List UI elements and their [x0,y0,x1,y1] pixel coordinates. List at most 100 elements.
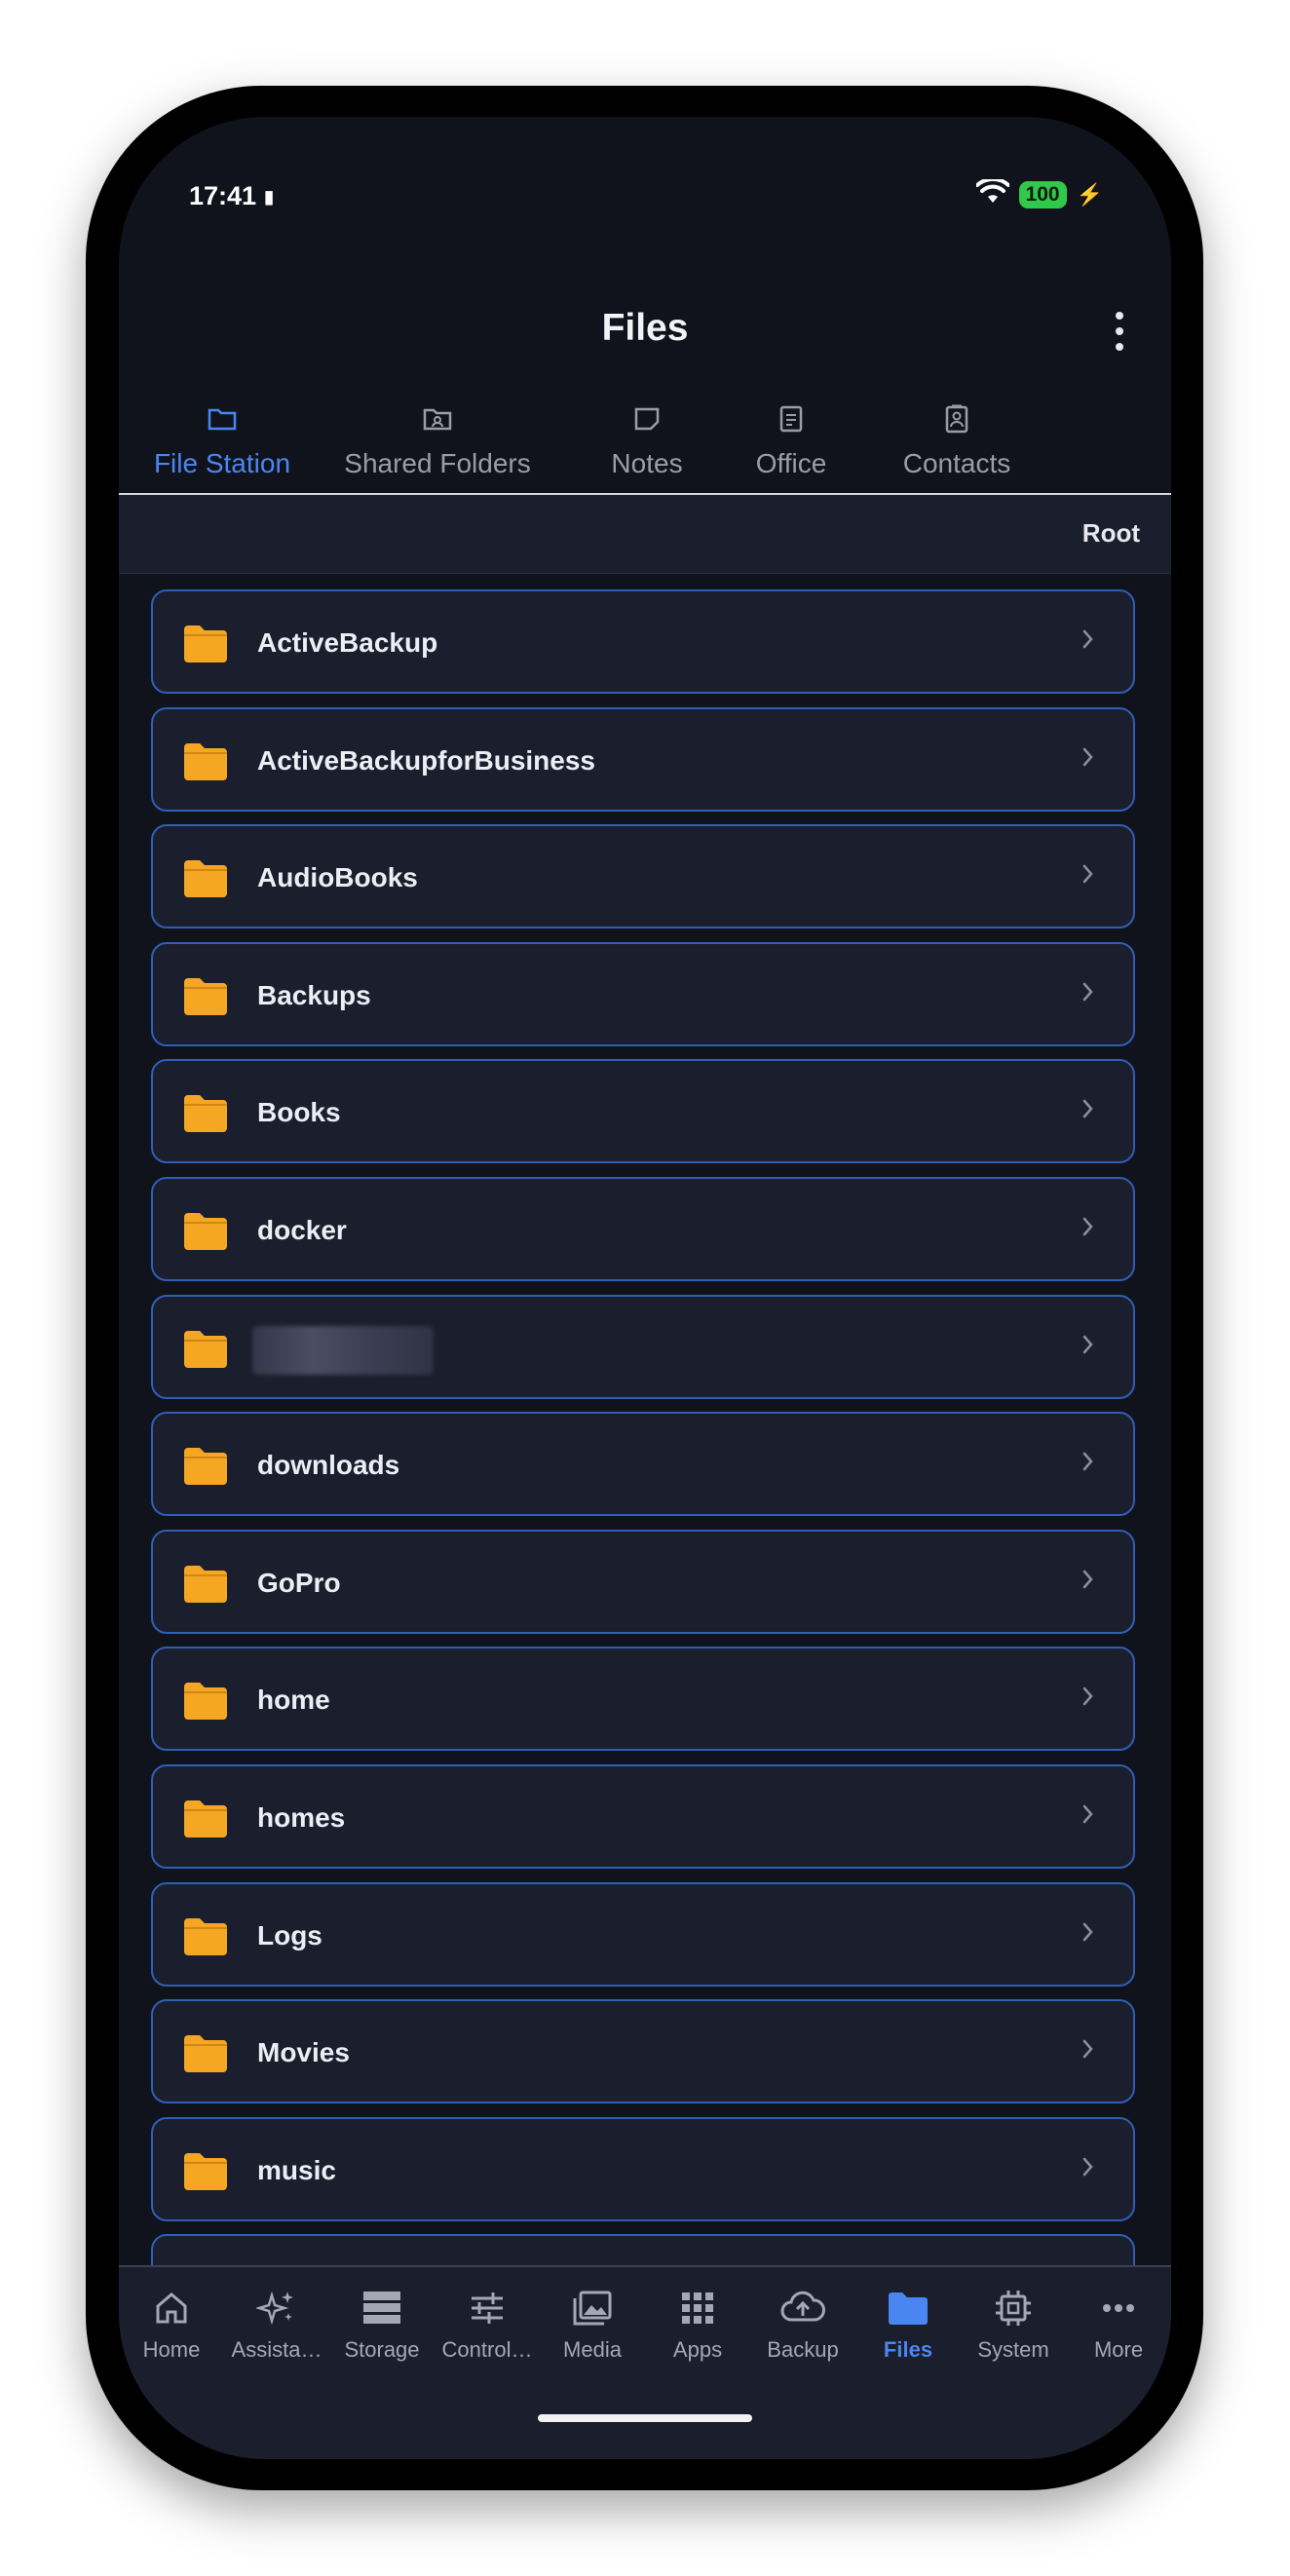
folder-row[interactable]: Books [151,1059,1135,1164]
folder-name: ActiveBackup [257,627,438,658]
chevron-right-icon [1081,626,1096,657]
nav-item-more[interactable]: More [1066,2285,1171,2363]
folder-name: ActiveBackupforBusiness [257,744,596,776]
folder-row[interactable]: ActiveBackup [151,589,1135,694]
folder-icon [182,1799,229,1842]
folder-row[interactable]: Movies [151,1999,1135,2104]
folder-icon [182,624,229,667]
nav-label: Backup [767,2337,839,2362]
chevron-right-icon [1081,861,1096,891]
nav-item-assista[interactable]: Assista… [224,2285,329,2363]
media-icon [569,2285,616,2331]
folder-name: GoPro [257,1567,341,1598]
folder-row[interactable]: Backups [151,941,1135,1046]
tab-file-station[interactable]: File Station [151,399,293,479]
folder-icon [182,1329,229,1373]
folder-list: ActiveBackup ActiveBackupforBusiness Audio… [151,589,1139,2377]
folder-icon [182,741,229,785]
status-time: 17:41 ▮ [189,181,274,210]
folder-row[interactable]: downloads [151,1412,1135,1517]
folder-icon [182,2151,229,2195]
sliders-icon [464,2285,511,2331]
folder-name: downloads [257,1450,400,1481]
folder-row[interactable]: homes [151,1764,1135,1869]
breadcrumb: Root [119,495,1171,574]
more-options-icon[interactable] [1105,312,1134,351]
folder-name: Movies [257,2037,350,2068]
tab-shared-folders[interactable]: Shared Folders [335,399,540,479]
home-indicator[interactable] [538,2414,752,2422]
battery-indicator: 100 [1018,180,1067,208]
nav-label: Storage [344,2337,420,2362]
more-dots-icon [1095,2285,1142,2331]
chevron-right-icon [1081,1801,1096,1832]
folder-icon [182,1681,229,1724]
contacts-icon [937,399,976,438]
nav-label: Apps [672,2337,723,2362]
chevron-right-icon [1081,1449,1096,1479]
nav-item-control[interactable]: Control… [435,2285,540,2363]
folder-icon [182,1093,229,1137]
nav-label: System [977,2337,1049,2362]
page-title: Files [601,307,689,349]
folder-icon [182,1564,229,1608]
apps-grid-icon [674,2285,721,2331]
folder-icon [182,1916,229,1960]
charging-icon: ⚡ [1076,181,1103,207]
folder-icon [182,2033,229,2077]
chevron-right-icon [1081,1567,1096,1597]
status-indicators: 100 ⚡ [974,176,1103,209]
tab-office[interactable]: Office [742,399,840,479]
note-icon [627,399,666,438]
folder-outline-icon [203,399,242,438]
folder-icon [885,2285,931,2331]
nav-label: Media [563,2337,622,2362]
nav-item-media[interactable]: Media [540,2285,645,2363]
folder-name: AudioBooks [257,862,418,893]
chevron-right-icon [1081,1214,1096,1244]
nav-item-apps[interactable]: Apps [645,2285,750,2363]
folder-name: home [257,1685,330,1716]
sparkle-icon [253,2285,300,2331]
nav-label: Control… [441,2337,533,2362]
nav-item-storage[interactable]: Storage [329,2285,435,2363]
cloud-upload-icon [779,2285,826,2331]
location-icon: ▮ [264,187,274,208]
folder-row[interactable]: GoPro [151,1529,1135,1634]
nav-label: Home [142,2337,201,2362]
chevron-right-icon [1081,1096,1096,1126]
folder-row[interactable]: docker [151,1177,1135,1281]
folder-name: Books [257,1097,341,1128]
folder-row[interactable]: music [151,2116,1135,2221]
folder-icon [182,1211,229,1255]
folder-row[interactable] [151,1294,1135,1399]
tab-contacts[interactable]: Contacts [889,399,1025,479]
folder-name: docker [257,1215,347,1245]
chevron-right-icon [1081,2154,1096,2184]
folder-icon [182,1446,229,1490]
folder-row[interactable]: Logs [151,1881,1135,1987]
nav-item-backup[interactable]: Backup [750,2285,855,2363]
breadcrumb-root[interactable]: Root [1082,518,1140,549]
bottom-navigation: Home Assista… Storage Control… Media Apps Back… [119,2265,1171,2459]
shared-folder-icon [418,399,457,438]
nav-label: More [1093,2337,1144,2362]
chevron-right-icon [1081,744,1096,775]
folder-icon [182,858,229,902]
home-icon [148,2285,195,2331]
chevron-right-icon [1081,1332,1096,1362]
tab-notes[interactable]: Notes [598,399,696,479]
nav-item-home[interactable]: Home [119,2285,224,2363]
folder-row[interactable]: ActiveBackupforBusiness [151,706,1135,812]
folder-row[interactable]: AudioBooks [151,824,1135,929]
folder-row[interactable]: home [151,1647,1135,1752]
nav-item-files[interactable]: Files [855,2285,961,2363]
nav-label: Files [883,2337,933,2362]
folder-name: homes [257,1802,346,1833]
chevron-right-icon [1081,1919,1096,1950]
folder-name: Backups [257,979,371,1010]
folder-name: Logs [257,1919,322,1951]
nav-item-system[interactable]: System [961,2285,1066,2363]
chevron-right-icon [1081,2036,1096,2066]
folder-name: music [257,2154,336,2185]
